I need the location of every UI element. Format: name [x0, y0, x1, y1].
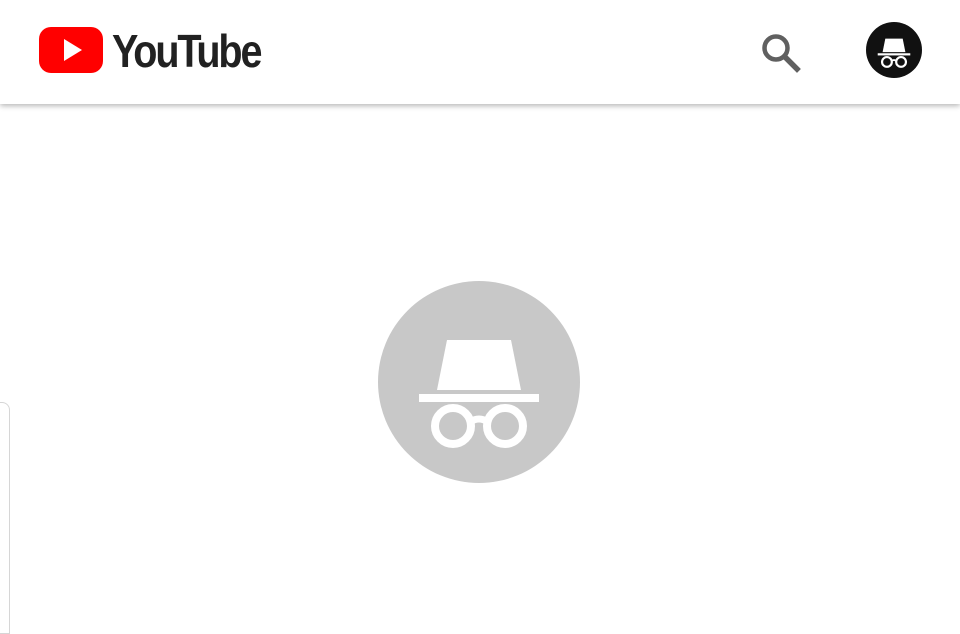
incognito-icon — [877, 38, 911, 68]
account-button[interactable] — [866, 22, 922, 78]
incognito-avatar — [378, 281, 580, 483]
incognito-icon — [419, 340, 539, 448]
top-app-bar: YouTube — [0, 0, 960, 104]
main-content — [0, 104, 960, 634]
search-icon — [762, 34, 801, 73]
side-panel-edge — [0, 402, 10, 634]
youtube-play-icon — [39, 27, 103, 73]
search-button[interactable] — [752, 24, 808, 80]
youtube-logo[interactable]: YouTube — [38, 24, 284, 76]
youtube-wordmark: YouTube — [112, 25, 262, 77]
